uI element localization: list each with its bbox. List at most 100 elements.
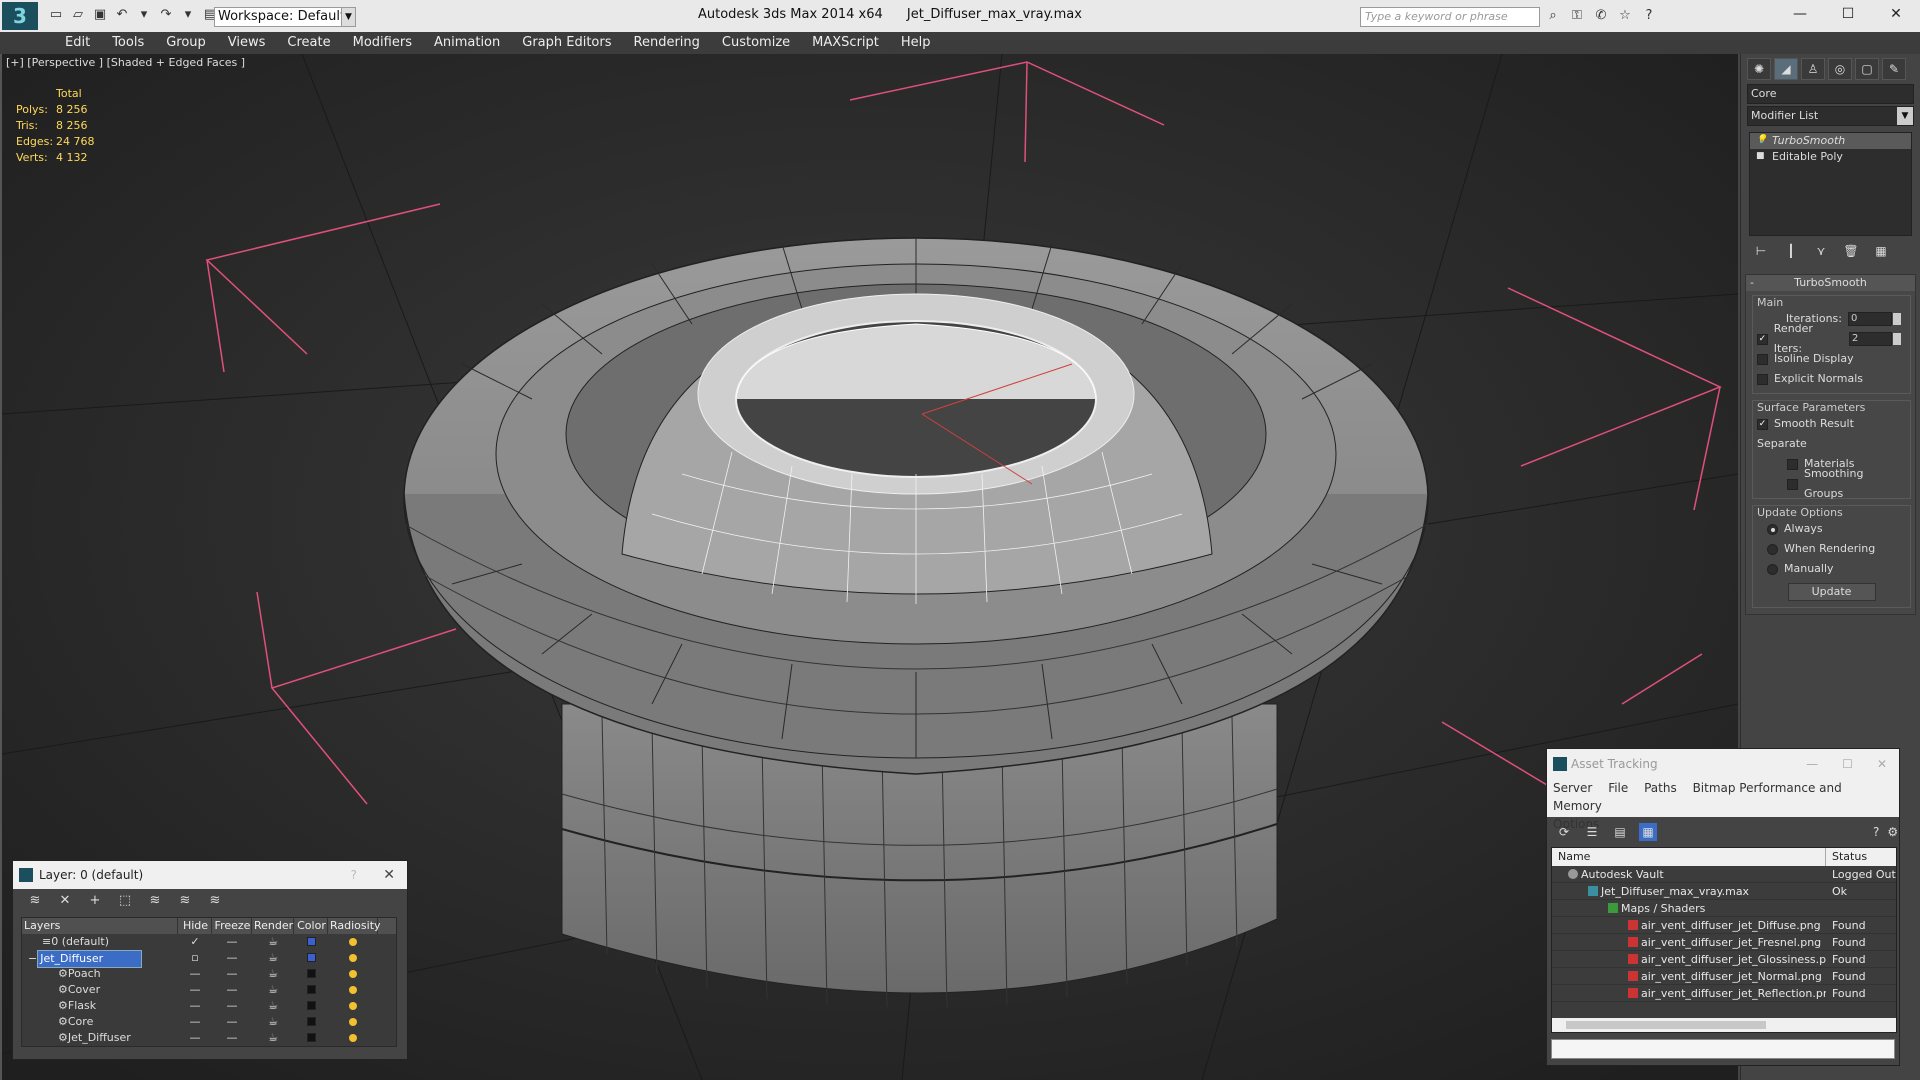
undo-dropdown-icon[interactable]: ▾: [136, 7, 152, 23]
menu-paths[interactable]: Paths: [1644, 781, 1677, 795]
motion-tab-icon[interactable]: ◎: [1828, 58, 1852, 80]
viewport-label[interactable]: [+] [Perspective ] [Shaded + Edged Faces…: [6, 56, 245, 69]
modifier-list-dropdown[interactable]: Modifier List ▼: [1747, 106, 1914, 126]
favorites-star-icon[interactable]: ☆: [1617, 8, 1633, 24]
always-radio[interactable]: [1767, 523, 1778, 535]
dialog-title-bar[interactable]: Layer: 0 (default) ? ✕: [13, 861, 407, 889]
object-name-field[interactable]: Core: [1747, 84, 1914, 104]
undo-icon[interactable]: ↶: [114, 7, 130, 23]
minimize-button[interactable]: —: [1806, 749, 1818, 779]
color-swatch[interactable]: [306, 985, 316, 994]
refresh-icon[interactable]: ⟳: [1555, 823, 1573, 841]
menu-customize[interactable]: Customize: [711, 32, 801, 54]
add-to-layer-icon[interactable]: +: [87, 893, 103, 909]
hide-toggle[interactable]: —: [178, 966, 212, 982]
color-swatch[interactable]: [306, 937, 316, 946]
object-name[interactable]: Jet_Diffuser: [68, 1030, 131, 1046]
remove-modifier-icon[interactable]: 🗑: [1843, 244, 1859, 260]
rollout-header[interactable]: - TurboSmooth: [1746, 275, 1915, 291]
layer-row[interactable]: ⚙ Flask — — ☕: [22, 998, 396, 1014]
column-header[interactable]: Name: [1552, 848, 1826, 866]
stack-item-editable-poly[interactable]: ■ Editable Poly: [1750, 149, 1911, 165]
display-tab-icon[interactable]: ▢: [1855, 58, 1879, 80]
make-unique-icon[interactable]: ⋎: [1813, 244, 1829, 260]
render-teapot-icon[interactable]: ☕: [252, 1030, 294, 1046]
freeze-toggle[interactable]: —: [212, 1030, 252, 1046]
dialog-title-bar[interactable]: Asset Tracking — ☐ ✕: [1547, 749, 1899, 779]
asset-row[interactable]: Autodesk Vault Logged Out: [1552, 866, 1896, 883]
help-icon[interactable]: ?: [1873, 823, 1879, 841]
freeze-toggle[interactable]: —: [212, 1014, 252, 1030]
menu-edit[interactable]: Edit: [54, 32, 101, 54]
menu-group[interactable]: Group: [155, 32, 217, 54]
layer-name[interactable]: 0 (default): [51, 934, 109, 950]
freeze-toggle[interactable]: —: [212, 982, 252, 998]
delete-layer-icon[interactable]: ✕: [57, 893, 73, 909]
maximize-button[interactable]: ☐: [1824, 0, 1872, 28]
pin-stack-icon[interactable]: ⊢: [1753, 244, 1769, 260]
render-teapot-icon[interactable]: ☕: [252, 998, 294, 1014]
layer-row[interactable]: ⚙ Jet_Diffuser — — ☕: [22, 1030, 396, 1046]
hide-toggle[interactable]: —: [178, 982, 212, 998]
layer-row[interactable]: ⚙ Cover — — ☕: [22, 982, 396, 998]
utilities-tab-icon[interactable]: ✎: [1882, 58, 1906, 80]
render-iters-spinner[interactable]: 2: [1848, 332, 1902, 346]
configure-sets-icon[interactable]: ▦: [1873, 244, 1889, 260]
grid-view-icon[interactable]: ▦: [1639, 823, 1657, 841]
close-button[interactable]: ✕: [1877, 749, 1887, 779]
color-swatch[interactable]: [306, 1001, 316, 1010]
column-header[interactable]: Status: [1826, 848, 1867, 866]
highlight-layer-icon[interactable]: ≋: [147, 893, 163, 909]
menu-help[interactable]: Help: [890, 32, 942, 54]
radiosity-bulb-icon[interactable]: [349, 986, 357, 994]
asset-row[interactable]: air_vent_diffuser_jet_Fresnel.png Found: [1552, 934, 1896, 951]
asset-row[interactable]: air_vent_diffuser_jet_Normal.png Found: [1552, 968, 1896, 985]
close-button[interactable]: ✕: [1872, 0, 1920, 28]
render-teapot-icon[interactable]: ☕: [252, 966, 294, 982]
layer-row[interactable]: ⚙ Core — — ☕: [22, 1014, 396, 1030]
color-swatch[interactable]: [306, 953, 316, 962]
materials-checkbox[interactable]: [1787, 458, 1798, 470]
column-header[interactable]: Render: [252, 918, 294, 934]
current-layer-box[interactable]: ▫: [178, 950, 212, 966]
list-view-icon[interactable]: ☰: [1583, 823, 1601, 841]
check-icon[interactable]: ✓: [178, 934, 212, 950]
object-name[interactable]: Core: [68, 1014, 93, 1030]
layer-row[interactable]: ⚙ Poach — — ☕: [22, 966, 396, 982]
asset-row[interactable]: air_vent_diffuser_jet_Diffuse.png Found: [1552, 917, 1896, 934]
asset-row[interactable]: air_vent_diffuser_jet_Glossiness.png Foun…: [1552, 951, 1896, 968]
chevron-down-icon[interactable]: ▼: [1897, 107, 1913, 125]
radiosity-bulb-icon[interactable]: [349, 1018, 357, 1026]
show-end-result-icon[interactable]: ┃: [1783, 244, 1799, 260]
column-header[interactable]: Radiosity: [328, 918, 381, 934]
menu-views[interactable]: Views: [217, 32, 277, 54]
help-icon[interactable]: ?: [1641, 8, 1657, 24]
asset-row[interactable]: air_vent_diffuser_jet_Reflection.png Foun…: [1552, 985, 1896, 1002]
save-icon[interactable]: ▣: [92, 7, 108, 23]
isoline-display-checkbox[interactable]: [1757, 353, 1768, 365]
hide-toggle[interactable]: —: [178, 1014, 212, 1030]
hide-all-icon[interactable]: ≋: [177, 893, 193, 909]
menu-create[interactable]: Create: [276, 32, 341, 54]
redo-dropdown-icon[interactable]: ▾: [180, 7, 196, 23]
new-layer-icon[interactable]: ≋: [27, 893, 43, 909]
manually-radio[interactable]: [1767, 563, 1778, 575]
freeze-toggle[interactable]: —: [212, 950, 252, 966]
select-objects-icon[interactable]: ⬚: [117, 893, 133, 909]
freeze-toggle[interactable]: —: [212, 998, 252, 1014]
hierarchy-tab-icon[interactable]: ♙: [1801, 58, 1825, 80]
settings-icon[interactable]: ⚙: [1887, 823, 1898, 841]
when-rendering-radio[interactable]: [1767, 543, 1778, 555]
iterations-spinner[interactable]: 0: [1848, 312, 1901, 326]
chevron-down-icon[interactable]: ▼: [341, 8, 355, 26]
column-header[interactable]: Hide: [178, 918, 212, 934]
render-teapot-icon[interactable]: ☕: [252, 1014, 294, 1030]
close-button[interactable]: ✕: [383, 861, 395, 889]
render-iters-checkbox[interactable]: ✓: [1757, 333, 1768, 345]
minimize-button[interactable]: —: [1776, 0, 1824, 28]
color-swatch[interactable]: [306, 1017, 316, 1026]
new-file-icon[interactable]: ▭: [48, 7, 64, 23]
communication-icon[interactable]: ✆: [1593, 8, 1609, 24]
object-name[interactable]: Poach: [68, 966, 101, 982]
object-name[interactable]: Flask: [68, 998, 96, 1014]
